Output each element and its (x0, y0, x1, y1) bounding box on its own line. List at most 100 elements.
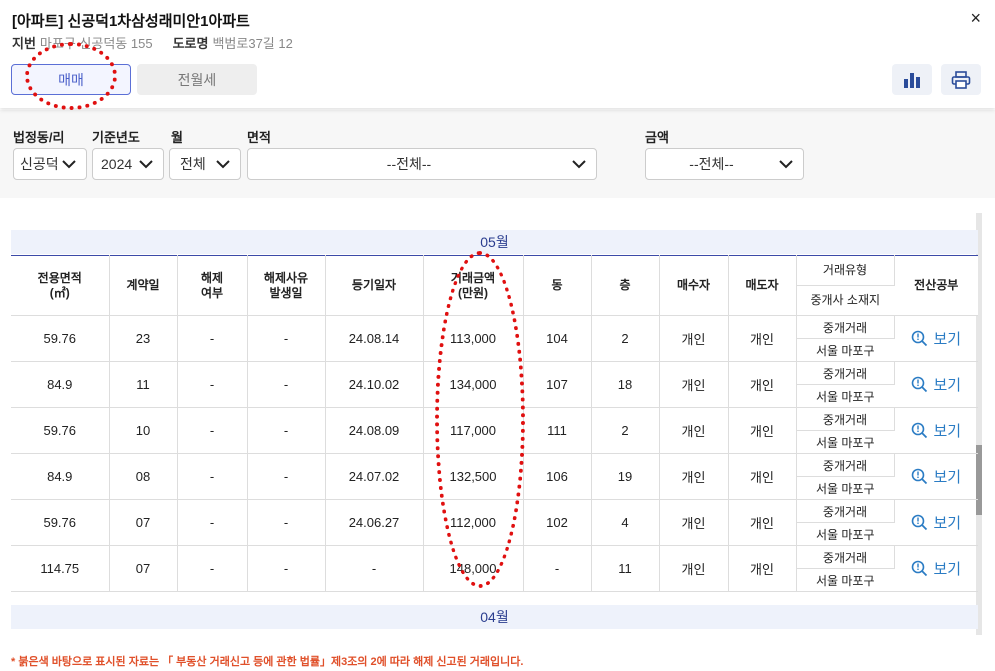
view-label: 보기 (933, 468, 962, 486)
cell-trade-type: 중개거래 (796, 361, 895, 385)
cell-floor: 18 (591, 361, 660, 408)
col-header-doc: 전산공부 (894, 255, 978, 316)
cell-seller: 개인 (728, 453, 797, 500)
col-header-buyer: 매수자 (659, 255, 729, 316)
dong-label: 법정동/리 (13, 130, 65, 145)
cell-seller: 개인 (728, 361, 797, 408)
cell-cancel: - (177, 453, 248, 500)
cell-buyer: 개인 (659, 407, 729, 454)
amount-select[interactable]: --전체-- (645, 148, 804, 180)
printer-icon (951, 70, 971, 89)
chevron-down-icon (779, 160, 793, 169)
cell-reg-date: 24.07.02 (325, 453, 424, 500)
bar-chart-icon (904, 72, 920, 88)
month-header-apr: 04월 (11, 605, 978, 629)
tab-sale[interactable]: 매매 (11, 64, 131, 95)
view-label: 보기 (933, 422, 962, 440)
cell-trade-type: 중개거래 (796, 545, 895, 569)
col-header-price: 거래금액 (만원) (423, 255, 524, 316)
tab-rent[interactable]: 전월세 (137, 64, 257, 95)
road-address: 백범로37길 12 (212, 36, 293, 51)
cell-doc: 보기 (894, 361, 978, 408)
month-select[interactable]: 전체 (169, 148, 241, 180)
cell-seller: 개인 (728, 499, 797, 546)
col-header-area: 전용면적 (㎡) (11, 255, 110, 316)
address-line: 지번 마포구 신공덕동 155 도로명 백범로37길 12 (12, 33, 293, 52)
cell-broker-loc: 서울 마포구 (796, 522, 894, 546)
col-header-reg-date: 등기일자 (325, 255, 424, 316)
page-title: [아파트] 신공덕1차삼성래미안1아파트 (12, 13, 250, 30)
cell-day: 10 (109, 407, 178, 454)
dong-select-value: 신공덕 (20, 156, 59, 172)
view-link[interactable]: 보기 (911, 466, 961, 487)
cell-cancel: - (177, 315, 248, 362)
magnifier-icon (912, 376, 928, 392)
cell-cancel-date: - (247, 315, 326, 362)
road-label: 도로명 (172, 36, 209, 51)
cell-building: 104 (523, 315, 592, 362)
cell-seller: 개인 (728, 545, 797, 592)
chevron-down-icon (216, 160, 230, 169)
cell-reg-date: - (325, 545, 424, 592)
view-link[interactable]: 보기 (911, 328, 961, 349)
cell-building: - (523, 545, 592, 592)
col-header-floor: 층 (591, 255, 660, 316)
cell-buyer: 개인 (659, 453, 729, 500)
print-button[interactable] (941, 64, 981, 95)
col-header-cancel-date: 해제사유 발생일 (247, 255, 326, 316)
close-icon[interactable]: × (970, 8, 981, 29)
cell-price: 132,500 (423, 453, 524, 500)
year-label: 기준년도 (92, 130, 140, 145)
month-header-may: 05월 (11, 230, 978, 254)
cell-cancel: - (177, 545, 248, 592)
cell-price: 113,000 (423, 315, 524, 362)
cell-area: 59.76 (11, 315, 110, 362)
cell-cancel-date: - (247, 453, 326, 500)
col-header-seller: 매도자 (728, 255, 797, 316)
cell-reg-date: 24.10.02 (325, 361, 424, 408)
cell-buyer: 개인 (659, 315, 729, 362)
cell-floor: 2 (591, 407, 660, 454)
cell-doc: 보기 (894, 545, 978, 592)
cell-buyer: 개인 (659, 545, 729, 592)
cell-cancel-date: - (247, 361, 326, 408)
col-header-cancel: 해제 여부 (177, 255, 248, 316)
cell-building: 106 (523, 453, 592, 500)
cell-area: 59.76 (11, 407, 110, 454)
table-row: 114.75 07- - -148,000-11 개인 개인 중개거래 보기 (11, 545, 978, 592)
amount-label: 금액 (645, 130, 669, 145)
cell-area: 84.9 (11, 453, 110, 500)
table-row: 84.9 08- -24.07.02 132,500 106 19 개인 개인 중개거래 보기 (11, 453, 978, 500)
chart-button[interactable] (892, 64, 932, 95)
cell-reg-date: 24.08.09 (325, 407, 424, 454)
area-select[interactable]: --전체-- (247, 148, 597, 180)
table-row: 84.9 11- -24.10.02 134,000 107 18 개인 개인 중개거래 보기 (11, 361, 978, 408)
view-link[interactable]: 보기 (911, 420, 961, 441)
cell-day: 11 (109, 361, 178, 408)
cell-price: 134,000 (423, 361, 524, 408)
cell-area: 59.76 (11, 499, 110, 546)
dong-select[interactable]: 신공덕 (13, 148, 87, 180)
cell-floor: 19 (591, 453, 660, 500)
popup-header: [아파트] 신공덕1차삼성래미안1아파트 지번 마포구 신공덕동 155 도로명 백범… (0, 0, 995, 108)
year-select[interactable]: 2024 (92, 148, 164, 180)
view-label: 보기 (933, 330, 962, 348)
cell-building: 107 (523, 361, 592, 408)
col-header-building: 동 (523, 255, 592, 316)
magnifier-icon (912, 330, 928, 346)
cell-day: 08 (109, 453, 178, 500)
chevron-down-icon (572, 160, 586, 169)
filter-bar: 법정동/리 기준년도 월 면적 금액 신공덕 2024 전체 --전체-- --… (0, 110, 995, 198)
magnifier-icon (912, 560, 928, 576)
magnifier-icon (912, 422, 928, 438)
view-link[interactable]: 보기 (911, 374, 961, 395)
view-link[interactable]: 보기 (911, 512, 961, 533)
cell-doc: 보기 (894, 453, 978, 500)
cell-broker-loc: 서울 마포구 (796, 338, 894, 362)
cell-doc: 보기 (894, 315, 978, 362)
cell-broker-loc: 서울 마포구 (796, 384, 894, 408)
col-header-trade-type: 거래유형 (796, 255, 895, 286)
cell-price: 112,000 (423, 499, 524, 546)
magnifier-icon (912, 514, 928, 530)
view-link[interactable]: 보기 (911, 558, 961, 579)
